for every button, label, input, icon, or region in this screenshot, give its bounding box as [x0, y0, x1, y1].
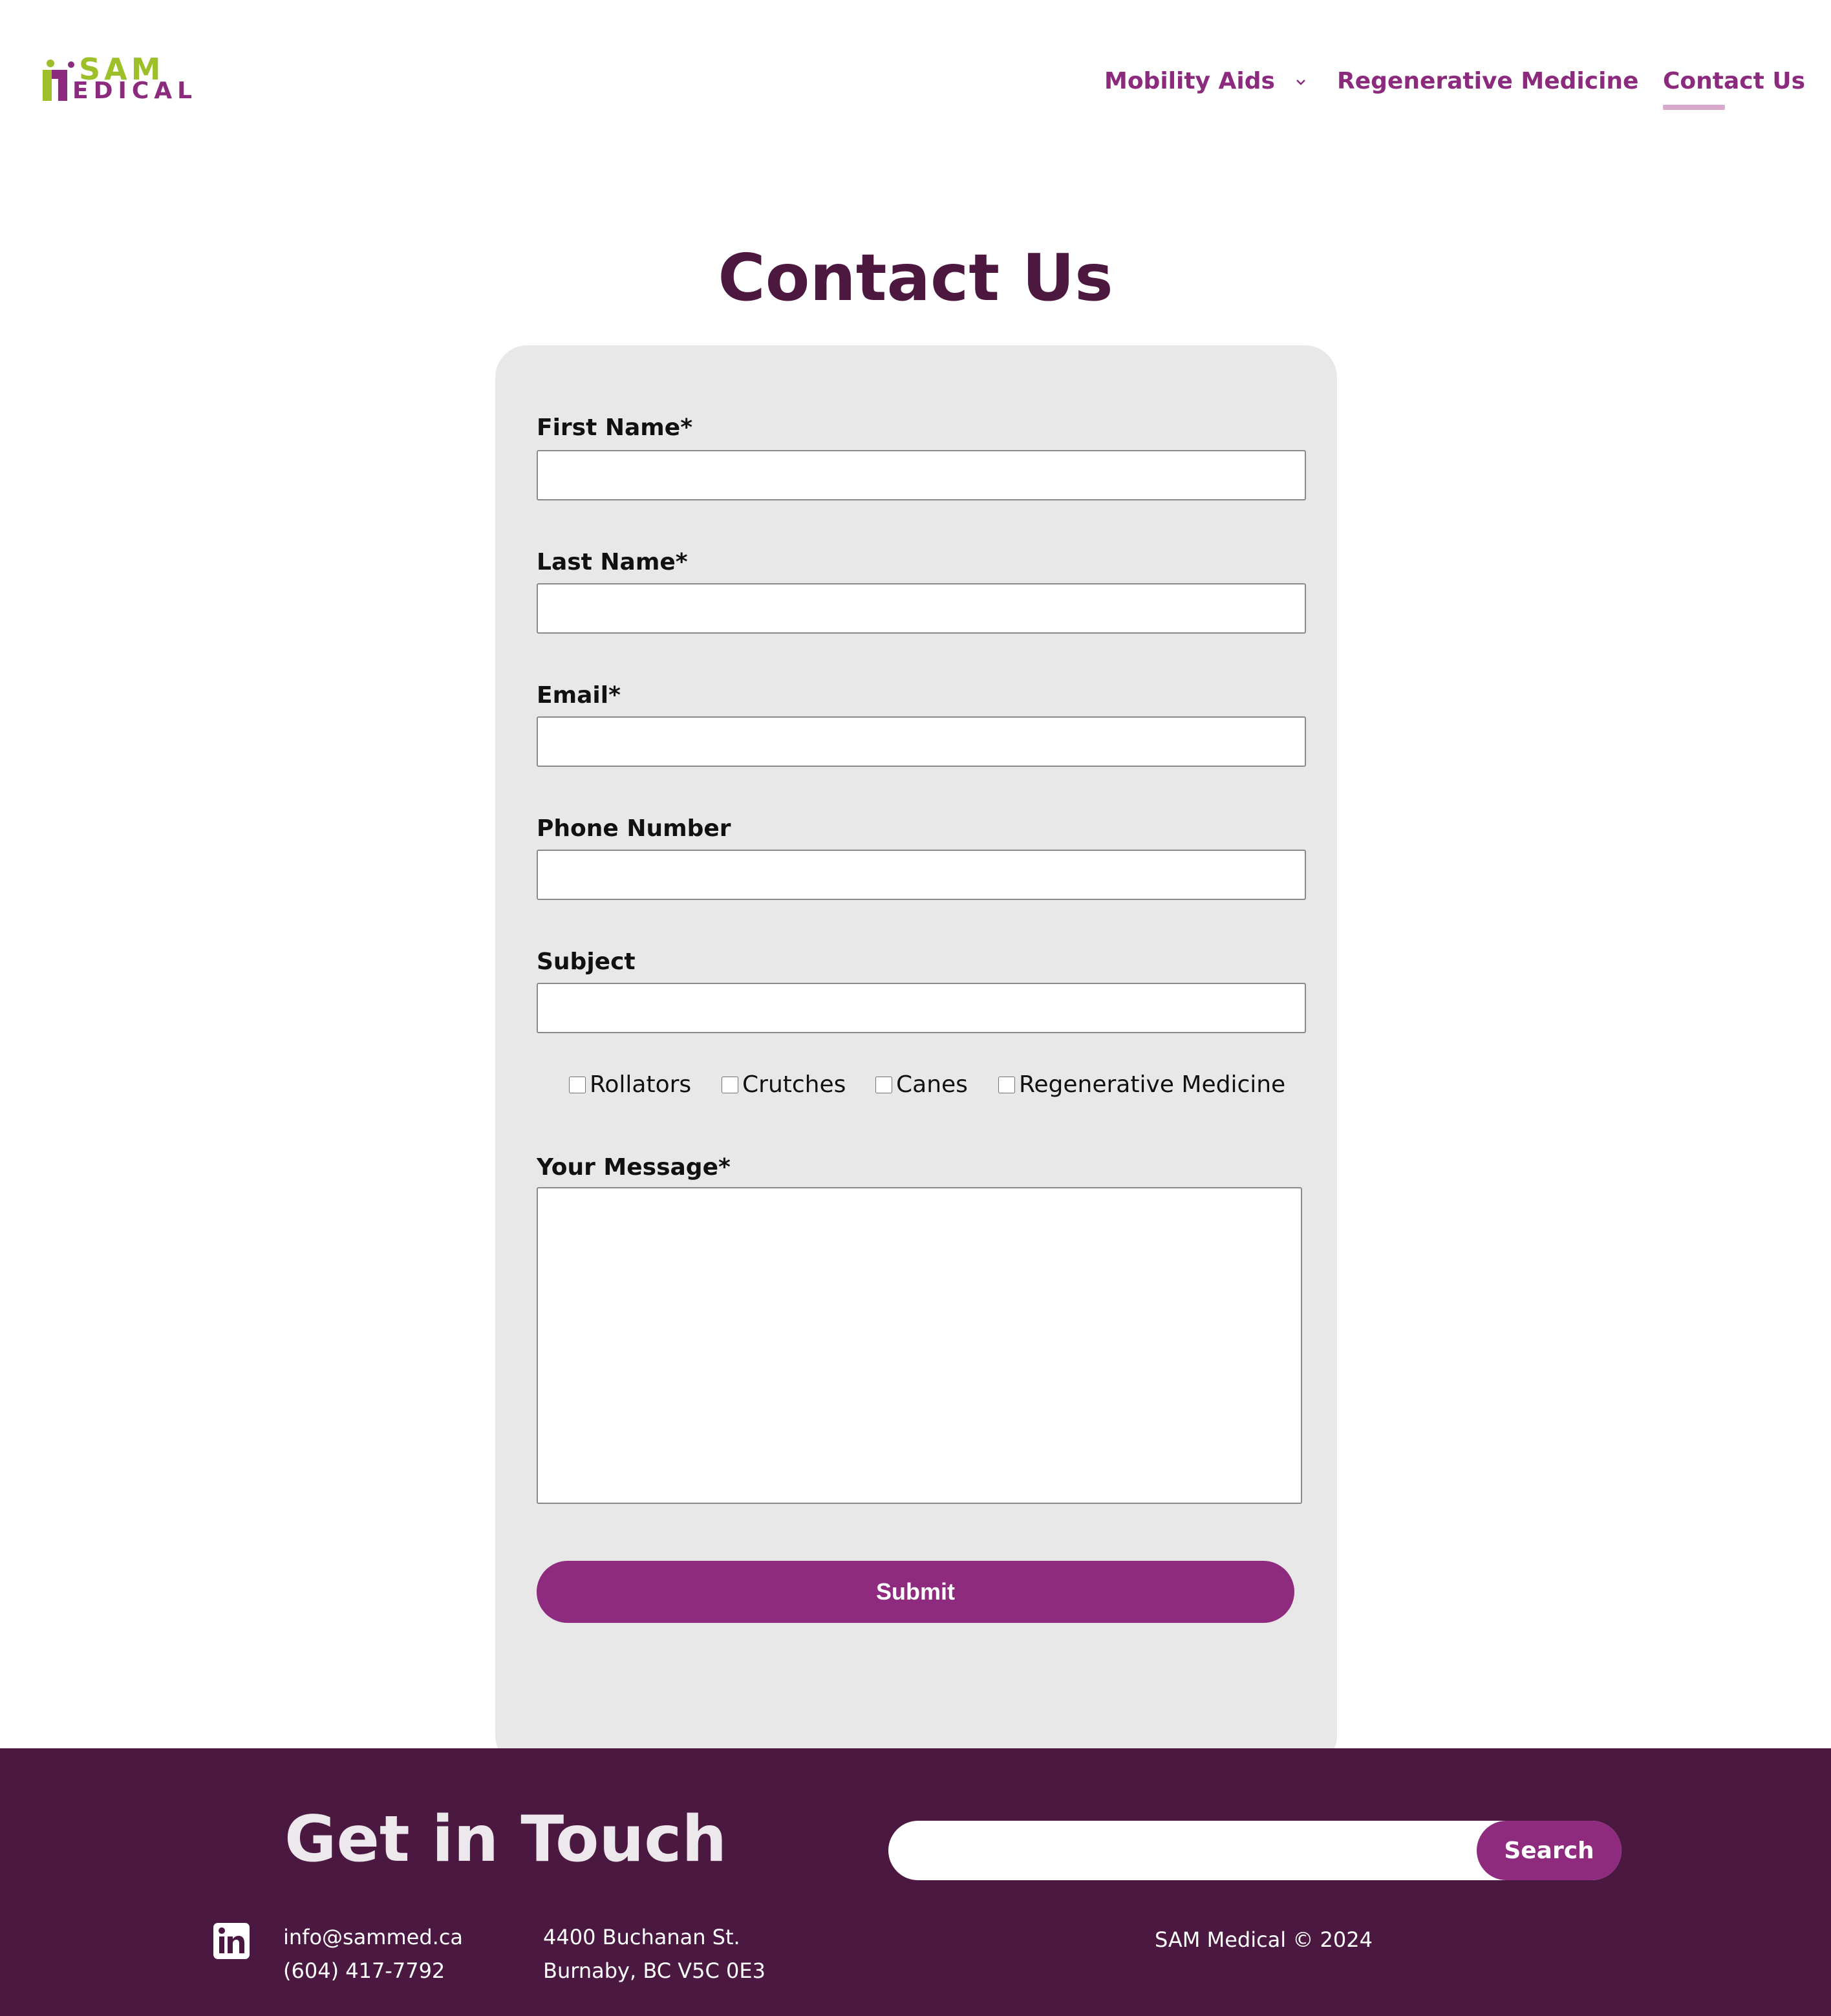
crutches-checkbox[interactable] [722, 1077, 738, 1093]
logo-text-medical: EDICAL [72, 78, 198, 104]
subject-field[interactable] [537, 983, 1306, 1033]
site-footer: Get in Touch Search info@sammed.ca (604)… [0, 1748, 1831, 2016]
footer-search: Search [888, 1821, 1622, 1880]
checkbox-label: Rollators [590, 1071, 692, 1098]
nav-item-mobility-aids[interactable]: Mobility Aids [1104, 63, 1307, 100]
first-name-label: First Name* [537, 414, 693, 441]
first-name-field[interactable] [537, 450, 1306, 500]
last-name-field[interactable] [537, 583, 1306, 634]
footer-title: Get in Touch [284, 1803, 727, 1876]
footer-address-line2: Burnaby, BC V5C 0E3 [543, 1958, 766, 1983]
email-field[interactable] [537, 716, 1306, 767]
phone-number-field[interactable] [537, 850, 1306, 900]
phone-number-label: Phone Number [537, 815, 731, 842]
nav-item-label: Mobility Aids [1104, 68, 1275, 94]
message-textarea[interactable] [537, 1187, 1302, 1504]
nav-item-contact-us[interactable]: Contact Us [1663, 63, 1805, 100]
sam-medical-logo[interactable]: SAM EDICAL [40, 54, 208, 103]
checkbox-label: Canes [896, 1071, 968, 1098]
rollators-checkbox[interactable] [569, 1077, 586, 1093]
last-name-label: Last Name* [537, 549, 688, 575]
checkbox-regenerative-medicine[interactable]: Regenerative Medicine [998, 1067, 1285, 1103]
site-header: SAM EDICAL Mobility Aids Regenerative Me… [0, 0, 1831, 162]
search-input[interactable] [888, 1821, 1483, 1880]
footer-copyright: SAM Medical © 2024 [1155, 1927, 1373, 1952]
subject-label: Subject [537, 949, 636, 975]
page-title: Contact Us [718, 240, 1113, 316]
nav-item-regenerative-medicine[interactable]: Regenerative Medicine [1337, 63, 1638, 100]
checkbox-label: Regenerative Medicine [1019, 1071, 1286, 1098]
email-label: Email* [537, 682, 621, 709]
checkbox-label: Crutches [742, 1071, 846, 1098]
submit-button[interactable]: Submit [537, 1561, 1294, 1623]
checkbox-canes[interactable]: Canes [875, 1067, 968, 1103]
nav-item-label: Regenerative Medicine [1337, 68, 1639, 94]
footer-address-line1: 4400 Buchanan St. [543, 1925, 740, 1949]
linkedin-icon[interactable] [213, 1923, 250, 1959]
canes-checkbox[interactable] [875, 1077, 892, 1093]
search-button[interactable]: Search [1477, 1821, 1622, 1880]
nav-item-label: Contact Us [1663, 68, 1806, 94]
regenerative-medicine-checkbox[interactable] [998, 1077, 1015, 1093]
chevron-down-icon [1296, 80, 1305, 85]
footer-email-link[interactable]: info@sammed.ca [283, 1920, 463, 1954]
active-nav-underline [1663, 105, 1725, 110]
checkbox-rollators[interactable]: Rollators [569, 1067, 691, 1103]
your-message-label: Your Message* [537, 1154, 731, 1181]
footer-phone[interactable]: (604) 417-7792 [283, 1954, 445, 1988]
checkbox-crutches[interactable]: Crutches [722, 1067, 846, 1103]
